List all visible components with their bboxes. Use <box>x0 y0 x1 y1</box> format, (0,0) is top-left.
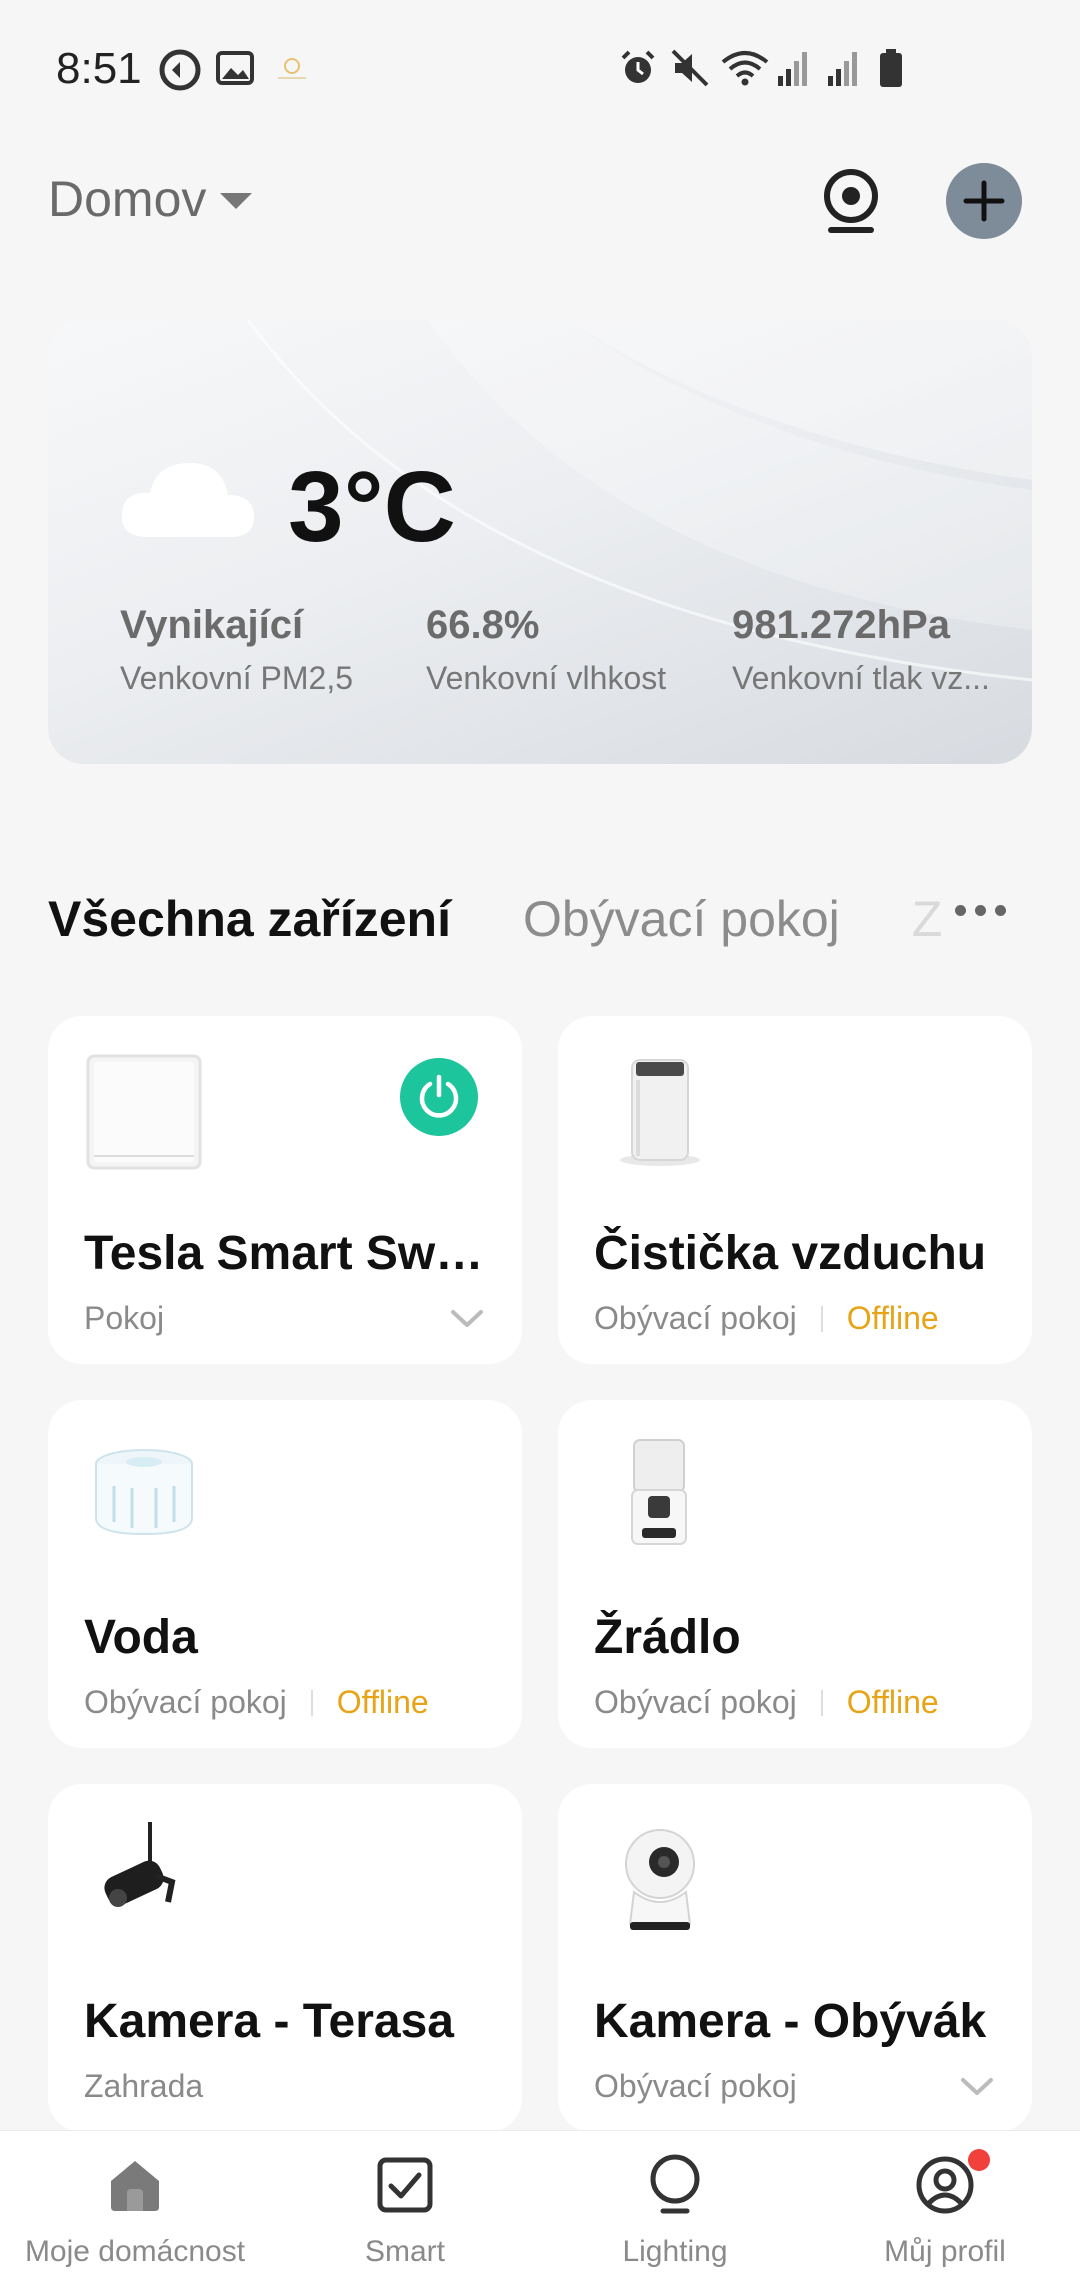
cloud-icon <box>121 463 254 537</box>
weather-icon <box>278 58 306 79</box>
status-time: 8:51 <box>56 44 142 93</box>
signal-icon <box>828 52 857 86</box>
weather-stat-pm25: Vynikající Venkovní PM2,5 <box>120 603 353 697</box>
device-status: Offline <box>846 1300 939 1336</box>
tab-all-devices[interactable]: Všechna zařízení <box>48 890 451 948</box>
humidity-value: 66.8% <box>426 603 540 647</box>
wall-switch-icon <box>86 1054 202 1170</box>
device-name: Tesla Smart Swi... <box>84 1227 484 1280</box>
checkbox-icon <box>377 2157 433 2213</box>
air-purifier-icon <box>620 1059 700 1166</box>
app-notification-icon <box>159 49 201 91</box>
nav-home-label: Moje domácnost <box>24 2235 246 2268</box>
chevron-down-icon[interactable] <box>960 2076 994 2098</box>
device-status: Offline <box>846 1684 939 1720</box>
weather-stat-humidity: 66.8% Venkovní vlhkost <box>426 603 666 697</box>
chevron-down-icon[interactable] <box>450 1308 484 1330</box>
more-dot <box>975 905 986 916</box>
device-room: Obývací pokoj <box>84 1684 287 1720</box>
signal-icon <box>778 52 807 86</box>
device-meta: Obývací pokoj <box>594 2068 797 2105</box>
device-room: Pokoj <box>84 1300 165 1336</box>
device-meta: Zahrada <box>84 2068 203 2105</box>
weather-stat-pressure: 981.272hPa Venkovní tlak vz... <box>732 603 990 697</box>
separator <box>820 1305 823 1332</box>
battery-icon <box>880 49 902 87</box>
nav-lighting-label: Lighting <box>622 2235 728 2268</box>
more-dot <box>995 905 1006 916</box>
water-fountain-icon <box>95 1449 193 1536</box>
add-device-button[interactable] <box>946 163 1022 239</box>
device-name: Žrádlo <box>594 1611 741 1664</box>
bulb-icon <box>650 2154 700 2214</box>
device-card[interactable]: Kamera - Terasa Zahrada <box>48 1784 522 2132</box>
outdoor-camera-icon <box>104 1822 176 1907</box>
device-meta: Pokoj <box>84 1300 164 1337</box>
home-icon <box>111 2161 159 2211</box>
plus-icon <box>963 180 1005 222</box>
tab-z[interactable]: Z <box>912 890 943 948</box>
nav-profile-label: Můj profil <box>884 2235 1006 2268</box>
weather-card[interactable]: 3°C Vynikající Venkovní PM2,5 66.8% Venk… <box>48 320 1032 764</box>
nav-home[interactable]: Moje domácnost <box>0 2131 270 2280</box>
device-name: Voda <box>84 1611 198 1664</box>
device-room: Obývací pokoj <box>594 2068 797 2104</box>
device-status: Offline <box>336 1684 429 1720</box>
status-bar: 8:51 <box>0 0 1080 140</box>
separator <box>310 1689 313 1716</box>
pm25-value: Vynikající <box>120 603 304 647</box>
gallery-icon <box>216 51 254 85</box>
alarm-icon <box>621 50 655 83</box>
device-name: Kamera - Obývák <box>594 1995 987 2048</box>
notification-badge <box>968 2149 990 2171</box>
device-room: Zahrada <box>84 2068 204 2104</box>
mute-icon <box>671 49 709 87</box>
power-icon <box>419 1074 459 1118</box>
pm25-label: Venkovní PM2,5 <box>120 660 354 696</box>
device-meta: Obývací pokoj Offline <box>84 1684 429 1721</box>
pressure-label: Venkovní tlak vz... <box>732 660 990 696</box>
device-name: Kamera - Terasa <box>84 1995 454 2048</box>
device-name: Čistička vzduchu <box>594 1227 987 1280</box>
camera-icon <box>824 169 878 233</box>
device-room: Obývací pokoj <box>594 1300 797 1336</box>
camera-button[interactable] <box>813 163 889 239</box>
more-tabs-button[interactable] <box>955 905 1006 916</box>
caret-down-icon <box>220 193 253 209</box>
device-room: Obývací pokoj <box>594 1684 797 1720</box>
nav-smart[interactable]: Smart <box>270 2131 540 2280</box>
wifi-icon <box>721 51 769 86</box>
device-card[interactable]: Žrádlo Obývací pokoj Offline <box>558 1400 1032 1748</box>
more-dot <box>955 905 966 916</box>
nav-profile[interactable]: Můj profil <box>810 2131 1080 2280</box>
home-selector[interactable]: Domov <box>48 170 253 228</box>
device-card[interactable]: Čistička vzduchu Obývací pokoj Offline <box>558 1016 1032 1364</box>
device-meta: Obývací pokoj Offline <box>594 1684 939 1721</box>
humidity-label: Venkovní vlhkost <box>426 660 667 696</box>
separator <box>820 1689 823 1716</box>
bottom-nav: Moje domácnost Smart Lighting Můj profil <box>0 2130 1080 2280</box>
device-card[interactable]: Tesla Smart Swi... Pokoj <box>48 1016 522 1364</box>
home-name: Domov <box>48 171 207 227</box>
device-card[interactable]: Kamera - Obývák Obývací pokoj <box>558 1784 1032 2132</box>
device-card[interactable]: Voda Obývací pokoj Offline <box>48 1400 522 1748</box>
pressure-value: 981.272hPa <box>732 603 950 647</box>
power-button[interactable] <box>400 1058 478 1136</box>
nav-lighting[interactable]: Lighting <box>540 2131 810 2280</box>
tab-living-room[interactable]: Obývací pokoj <box>523 890 840 948</box>
room-tabs: Všechna zařízení Obývací pokoj Z <box>48 890 948 948</box>
temperature: 3°C <box>288 451 456 563</box>
pet-feeder-icon <box>631 1439 687 1545</box>
device-meta: Obývací pokoj Offline <box>594 1300 939 1337</box>
indoor-camera-icon <box>625 1829 695 1930</box>
nav-smart-label: Smart <box>364 2235 445 2268</box>
